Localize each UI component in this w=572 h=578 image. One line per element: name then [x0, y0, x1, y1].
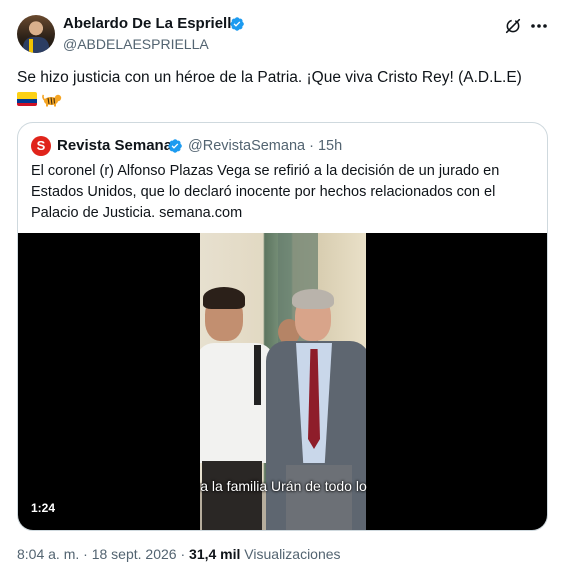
quoted-handle[interactable]: @RevistaSemana: [188, 138, 305, 154]
quoted-avatar[interactable]: S: [31, 136, 51, 156]
separator-dot: ·: [83, 546, 88, 562]
video-player[interactable]: a la familia Urán de todo lo 1:24: [18, 233, 547, 530]
views-label: Visualizaciones: [244, 546, 341, 562]
grok-icon[interactable]: [504, 17, 522, 35]
quoted-time[interactable]: 15h: [318, 138, 342, 154]
tweet-meta: 8:04 a. m. · 18 sept. 2026 · 31,4 mil Vi…: [17, 546, 341, 562]
tweet: Abelardo De La Espriella @ABDELAESPRIELL…: [0, 0, 572, 578]
quoted-author-name[interactable]: Revista Semana: [57, 137, 172, 154]
separator-dot: ·: [309, 138, 314, 154]
quoted-tweet[interactable]: S Revista Semana @RevistaSemana · 15h El…: [17, 122, 548, 531]
video-duration: 1:24: [31, 501, 56, 515]
separator-dot: ·: [180, 546, 186, 562]
author-handle[interactable]: @ABDELAESPRIELLA: [63, 36, 209, 52]
tweet-text: Se hizo justicia con un héroe de la Patr…: [17, 69, 522, 86]
quoted-handle-time: @RevistaSemana · 15h: [188, 138, 342, 154]
video-subtitle: a la familia Urán de todo lo: [200, 478, 367, 494]
post-time[interactable]: 8:04 a. m.: [17, 546, 79, 562]
tiger-emoji: [42, 94, 62, 107]
author-avatar[interactable]: [17, 15, 55, 53]
author-name[interactable]: Abelardo De La Espriella: [63, 15, 240, 32]
views-count: 31,4 mil: [189, 546, 241, 562]
post-date[interactable]: 18 sept. 2026: [92, 546, 177, 562]
quoted-text-body: El coronel (r) Alfonso Plazas Vega se re…: [31, 163, 500, 221]
verified-badge-icon: [230, 17, 244, 31]
quoted-link[interactable]: semana.com: [159, 205, 242, 221]
colombia-flag-emoji: [17, 92, 37, 106]
quoted-text: El coronel (r) Alfonso Plazas Vega se re…: [31, 161, 536, 224]
avatar-shirt: [23, 37, 49, 53]
verified-badge-icon: [168, 139, 182, 153]
more-options-icon[interactable]: [529, 17, 549, 35]
avatar-sash: [29, 39, 33, 53]
